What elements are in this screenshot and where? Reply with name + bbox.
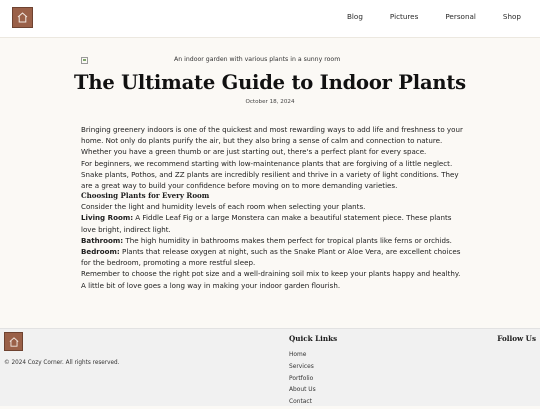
room-text: The high humidity in bathrooms makes the… [123,235,452,245]
house-icon [9,336,18,347]
quick-link-about[interactable]: About Us [289,385,316,397]
section-heading: Choosing Plants for Every Room [81,191,210,201]
nav-pictures[interactable]: Pictures [390,12,418,21]
quick-links-list: Home Services Portfolio About Us Contact [289,350,316,409]
main-nav: Blog Pictures Personal Shop [320,12,521,21]
quick-link-services[interactable]: Services [289,362,316,374]
paragraph-closing: Remember to choose the right pot size an… [81,269,461,290]
hero-image-alt: An indoor garden with various plants in … [174,56,341,63]
room-label: Bathroom: [81,235,124,245]
site-header: Blog Pictures Personal Shop [0,0,540,38]
article-body: Bringing greenery indoors is one of the … [81,124,465,291]
copyright-text: © 2024 Cozy Corner. All rights reserved. [4,360,120,366]
site-footer: © 2024 Cozy Corner. All rights reserved.… [0,328,540,406]
hero-image: An indoor garden with various plants in … [81,55,459,65]
paragraph-consider: Consider the light and humidity levels o… [81,202,366,212]
paragraph-beginners: For beginners, we recommend starting wit… [81,158,459,191]
quick-link-contact[interactable]: Contact [289,397,316,409]
room-text: Plants that release oxygen at night, suc… [81,247,461,268]
room-bedroom: Bedroom: Plants that release oxygen at n… [81,246,465,268]
quick-link-portfolio[interactable]: Portfolio [289,374,316,386]
home-logo[interactable] [12,7,33,28]
footer-logo[interactable] [4,332,23,351]
article-title: The Ultimate Guide to Indoor Plants [74,71,466,94]
article-date: October 18, 2024 [245,99,295,105]
nav-personal[interactable]: Personal [445,12,476,21]
nav-shop[interactable]: Shop [503,12,521,21]
quick-link-home[interactable]: Home [289,350,316,362]
broken-image-icon [81,56,88,64]
paragraph-intro: Bringing greenery indoors is one of the … [81,125,463,157]
room-living: Living Room: A Fiddle Leaf Fig or a larg… [81,212,465,234]
nav-blog[interactable]: Blog [347,12,363,21]
follow-us-heading: Follow Us [497,334,536,343]
quick-links-heading: Quick Links [289,334,338,343]
room-label: Living Room: [81,213,134,223]
room-text: A Fiddle Leaf Fig or a large Monstera ca… [81,213,452,234]
house-icon [17,12,28,23]
room-bathroom: Bathroom: The high humidity in bathrooms… [81,235,465,246]
room-label: Bedroom: [81,247,120,257]
